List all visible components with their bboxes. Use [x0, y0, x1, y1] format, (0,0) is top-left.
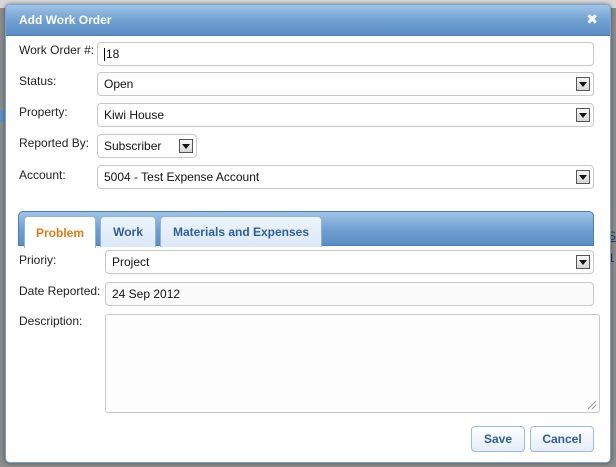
close-icon[interactable]: ✖ [586, 12, 598, 26]
status-label: Status: [19, 74, 57, 88]
chevron-down-icon[interactable] [576, 108, 590, 122]
status-select[interactable]: Open [97, 72, 594, 96]
account-label: Account: [19, 168, 66, 182]
date-reported-value: 24 Sep 2012 [112, 287, 181, 301]
dialog-titlebar[interactable]: Add Work Order ✖ [6, 5, 610, 36]
add-work-order-dialog: Add Work Order ✖ Work Order #: 18 Status… [5, 4, 611, 463]
work-order-label: Work Order #: [19, 43, 95, 57]
property-label: Property: [19, 105, 68, 119]
account-value: 5004 - Test Expense Account [104, 170, 260, 184]
priority-value: Project [112, 255, 150, 269]
work-order-input[interactable]: 18 [97, 42, 594, 66]
property-select[interactable]: Kiwi House [97, 103, 594, 127]
text-caret [104, 47, 105, 61]
tab-materials-and-expenses[interactable]: Materials and Expenses [160, 216, 322, 247]
chevron-down-icon[interactable] [576, 170, 590, 184]
chevron-down-icon[interactable] [576, 255, 590, 269]
reported-by-select[interactable]: Subscriber [97, 134, 197, 158]
priority-select[interactable]: Project [105, 250, 594, 274]
account-select[interactable]: 5004 - Test Expense Account [97, 165, 594, 189]
reported-by-label: Reported By: [19, 136, 90, 150]
property-value: Kiwi House [104, 108, 165, 122]
date-reported-label: Date Reported: [19, 284, 101, 298]
cancel-button[interactable]: Cancel [530, 426, 594, 452]
chevron-down-icon[interactable] [576, 77, 590, 91]
tab-bar: Problem Work Materials and Expenses [18, 211, 594, 248]
dialog-title: Add Work Order [19, 13, 112, 27]
reported-by-value: Subscriber [104, 139, 162, 153]
description-label: Description: [19, 314, 83, 328]
tab-work[interactable]: Work [100, 216, 156, 247]
chevron-down-icon[interactable] [179, 139, 193, 153]
status-value: Open [104, 77, 134, 91]
tab-problem[interactable]: Problem [24, 216, 96, 248]
save-button[interactable]: Save [471, 426, 525, 452]
date-reported-input[interactable]: 24 Sep 2012 [105, 282, 594, 306]
priority-label: Prioriy: [19, 253, 57, 267]
resize-grip-icon[interactable] [588, 401, 596, 409]
description-textarea[interactable] [105, 314, 600, 413]
work-order-value: 18 [106, 47, 120, 61]
